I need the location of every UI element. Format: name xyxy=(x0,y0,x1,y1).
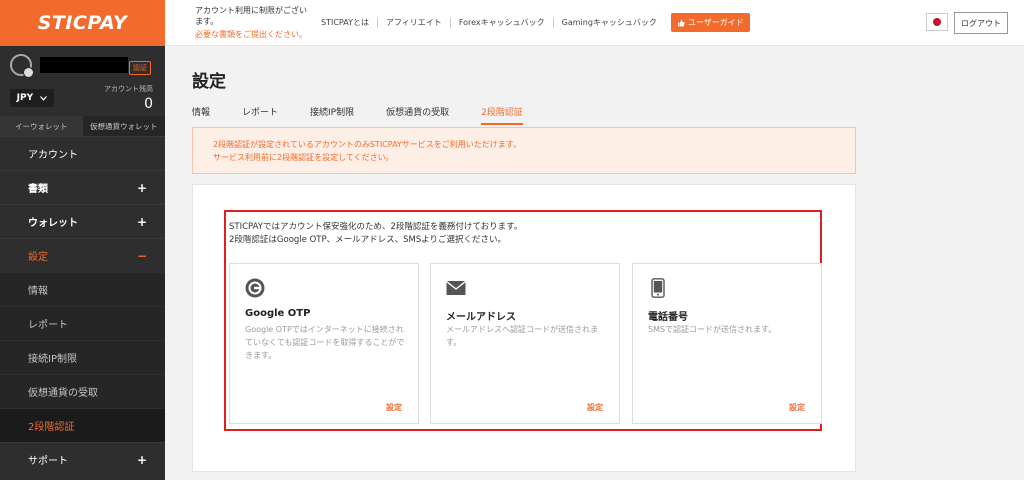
card-title: Google OTP xyxy=(245,308,311,319)
tab-2fa[interactable]: 2段階認証 xyxy=(481,103,523,125)
balance: アカウント残高 0 xyxy=(104,84,153,112)
user-row: 認証 xyxy=(0,46,165,84)
currency-value: JPY xyxy=(16,93,34,103)
sidebar-item-crypto-receive[interactable]: 仮想通貨の受取 xyxy=(0,374,165,408)
card-google-otp: Google OTP Google OTPではインターネットに接続されていなくて… xyxy=(229,263,419,424)
intro-text: STICPAYではアカウント保安強化のため、2段階認証を義務付けております。 2… xyxy=(229,221,522,247)
top-links: STICPAYとは アフィリエイト Forexキャッシュバック Gamingキャ… xyxy=(313,13,750,32)
page-title: 設定 xyxy=(192,72,226,92)
tab-report[interactable]: レポート xyxy=(242,103,278,125)
sidebar-item-ip-restriction[interactable]: 接続IP制限 xyxy=(0,340,165,374)
phone-icon xyxy=(648,278,668,298)
setup-phone-link[interactable]: 設定 xyxy=(789,402,805,413)
card-desc: SMSで認証コードが送信されます。 xyxy=(648,325,777,334)
tab-info[interactable]: 情報 xyxy=(192,103,210,125)
card-desc: メールアドレスへ認証コードが送信されます。 xyxy=(446,325,598,347)
expand-icon: + xyxy=(136,180,147,195)
sidebar-item-label: 仮想通貨の受取 xyxy=(28,388,98,399)
alert-line: 2段階認証が設定されているアカウントのみSTICPAYサービスをご利用いただけま… xyxy=(213,140,522,149)
wallet-tabs: イーウォレット 仮想通貨ウォレット xyxy=(0,116,165,136)
main-content: 設定 情報 レポート 接続IP制限 仮想通貨の受取 2段階認証 2段階認証が設定… xyxy=(165,47,1024,480)
sidebar-item-label: 接続IP制限 xyxy=(28,354,77,365)
collapse-icon: − xyxy=(136,248,147,263)
sidebar-item-label: レポート xyxy=(28,320,68,331)
sidebar-item-label: ウォレット xyxy=(28,218,78,229)
balance-label: アカウント残高 xyxy=(104,85,153,93)
sidebar-item-label: 書類 xyxy=(28,184,48,195)
sticpay-logo[interactable]: STICPAY xyxy=(0,0,165,46)
notice-text: アカウント利用に制限がございます。 xyxy=(195,6,307,26)
currency-select[interactable]: JPY xyxy=(10,89,54,107)
auth-badge[interactable]: 認証 xyxy=(129,61,151,75)
sidebar-item-info[interactable]: 情報 xyxy=(0,272,165,306)
sidebar-item-report[interactable]: レポート xyxy=(0,306,165,340)
card-desc: Google OTPではインターネットに接続されていなくても認証コードを取得する… xyxy=(245,325,405,360)
thumbs-up-icon xyxy=(677,19,685,26)
chevron-down-icon xyxy=(40,95,48,101)
account-notice: アカウント利用に制限がございます。 必要な書類をご提出ください。 xyxy=(165,5,313,40)
currency-row: JPY アカウント残高 0 xyxy=(0,84,165,114)
avatar[interactable] xyxy=(10,54,34,78)
setup-email-link[interactable]: 設定 xyxy=(587,402,603,413)
user-guide-button[interactable]: ユーザーガイド xyxy=(670,13,750,32)
sidebar-item-label: 2段階認証 xyxy=(28,422,75,433)
highlight-box: STICPAYではアカウント保安強化のため、2段階認証を義務付けております。 2… xyxy=(224,210,822,431)
sidebar-item-label: アカウント xyxy=(28,150,78,161)
intro-line: STICPAYではアカウント保安強化のため、2段階認証を義務付けております。 xyxy=(229,222,523,232)
card-title: 電話番号 xyxy=(648,312,688,323)
link-gaming-cashback[interactable]: Gamingキャッシュバック xyxy=(552,17,665,28)
card-phone: 電話番号 SMSで認証コードが送信されます。 設定 xyxy=(632,263,822,424)
sidebar-item-documents[interactable]: 書類 + xyxy=(0,170,165,204)
link-about[interactable]: STICPAYとは xyxy=(313,18,377,28)
sidebar-item-wallet[interactable]: ウォレット + xyxy=(0,204,165,238)
sidebar-item-2fa[interactable]: 2段階認証 xyxy=(0,408,165,442)
language-flag-icon[interactable] xyxy=(926,13,948,31)
expand-icon: + xyxy=(136,452,147,467)
user-name-redacted xyxy=(40,57,128,73)
tab-crypto-wallet[interactable]: 仮想通貨ウォレット xyxy=(82,116,165,136)
topbar: アカウント利用に制限がございます。 必要な書類をご提出ください。 STICPAY… xyxy=(165,0,1024,46)
setup-google-otp-link[interactable]: 設定 xyxy=(386,402,402,413)
alert-banner: 2段階認証が設定されているアカウントのみSTICPAYサービスをご利用いただけま… xyxy=(192,127,856,174)
alert-line: サービス利用前に2段階認証を設定してください。 xyxy=(213,153,394,162)
user-guide-label: ユーザーガイド xyxy=(687,18,744,27)
balance-value: 0 xyxy=(144,96,153,112)
sidebar: STICPAY 認証 JPY アカウント残高 0 イーウォレット 仮想通貨ウォレ… xyxy=(0,0,165,480)
expand-icon: + xyxy=(136,214,147,229)
logout-button[interactable]: ログアウト xyxy=(954,12,1008,34)
sidebar-item-label: 設定 xyxy=(28,252,48,263)
sidebar-item-label: 情報 xyxy=(28,286,48,297)
intro-line: 2段階認証はGoogle OTP、メールアドレス、SMSよりご選択ください。 xyxy=(229,235,507,245)
sidebar-item-settings[interactable]: 設定 − xyxy=(0,238,165,272)
sidebar-item-account[interactable]: アカウント xyxy=(0,136,165,170)
mail-icon xyxy=(446,278,466,298)
tab-ip-restriction[interactable]: 接続IP制限 xyxy=(310,103,354,125)
tab-crypto-receive[interactable]: 仮想通貨の受取 xyxy=(386,103,449,125)
card-title: メールアドレス xyxy=(446,312,516,323)
two-factor-panel: STICPAYではアカウント保安強化のため、2段階認証を義務付けております。 2… xyxy=(192,184,856,472)
tab-e-wallet[interactable]: イーウォレット xyxy=(0,116,83,136)
link-affiliate[interactable]: アフィリエイト xyxy=(376,17,450,28)
sidebar-item-label: サポート xyxy=(28,456,68,467)
link-forex-cashback[interactable]: Forexキャッシュバック xyxy=(449,17,553,28)
google-otp-icon xyxy=(245,278,265,298)
logo-text: STICPAY xyxy=(37,12,128,34)
card-email: メールアドレス メールアドレスへ認証コードが送信されます。 設定 xyxy=(430,263,620,424)
notice-link[interactable]: 必要な書類をご提出ください。 xyxy=(195,29,313,40)
sidebar-item-support[interactable]: サポート + xyxy=(0,442,165,476)
settings-tabs: 情報 レポート 接続IP制限 仮想通貨の受取 2段階認証 xyxy=(192,103,555,125)
flag-circle xyxy=(933,18,941,26)
